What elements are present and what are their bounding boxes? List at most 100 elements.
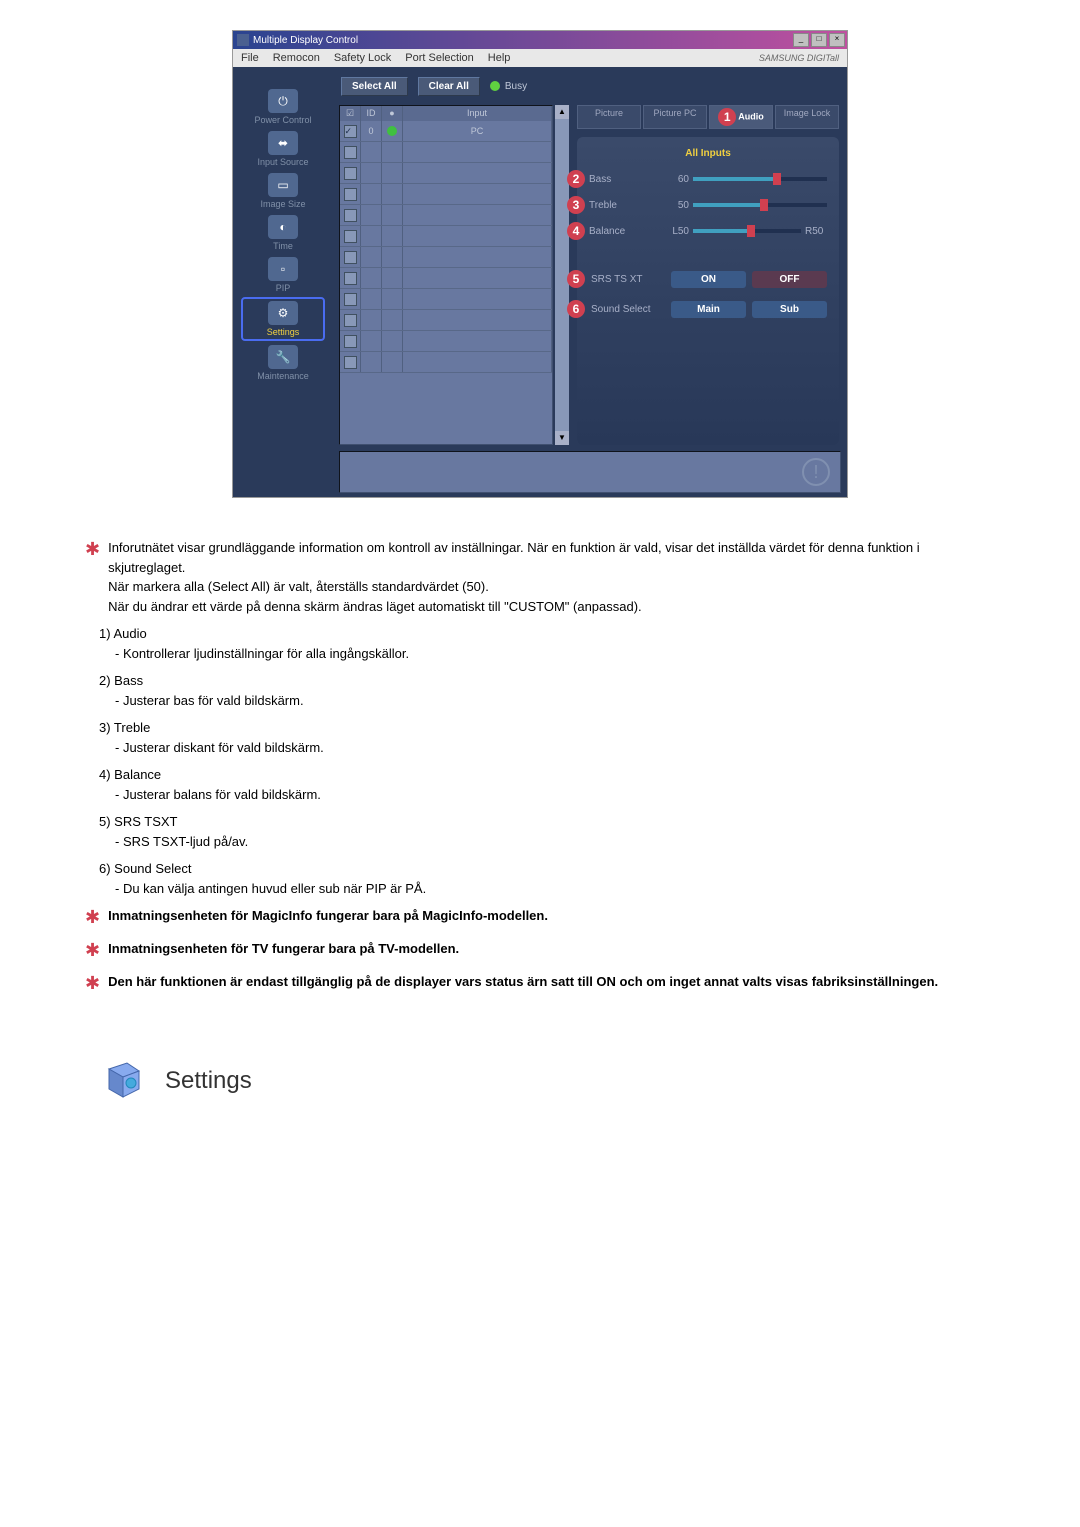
list-item: 3) Treble - Justerar diskant för vald bi…	[99, 718, 995, 757]
bass-value: 60	[667, 174, 689, 185]
treble-value: 50	[667, 200, 689, 211]
sidebar-item-power-control[interactable]: ⏻ Power Control	[243, 87, 323, 127]
srs-on-button[interactable]: ON	[671, 271, 746, 288]
col-input: Input	[403, 106, 552, 121]
star-icon: ✱	[85, 937, 100, 964]
tab-picture-pc[interactable]: Picture PC	[643, 105, 707, 129]
select-all-button[interactable]: Select All	[341, 77, 408, 96]
sidebar-item-pip[interactable]: ▫ PIP	[243, 255, 323, 295]
row-checkbox[interactable]	[344, 251, 357, 264]
settings-heading: Settings	[99, 1057, 995, 1105]
row-id: 0	[361, 121, 382, 141]
table-row[interactable]	[340, 184, 552, 205]
tab-picture[interactable]: Picture	[577, 105, 641, 129]
row-checkbox[interactable]	[344, 272, 357, 285]
col-status: ●	[382, 106, 403, 121]
srs-row: 5 SRS TS XT ON OFF	[589, 270, 827, 288]
app-title: Multiple Display Control	[253, 35, 358, 46]
row-checkbox[interactable]	[344, 146, 357, 159]
table-row[interactable]	[340, 268, 552, 289]
list-item: 1) Audio - Kontrollerar ljudinställninga…	[99, 624, 995, 663]
row-checkbox[interactable]	[344, 230, 357, 243]
marker-3: 3	[567, 196, 585, 214]
scroll-down-icon[interactable]: ▼	[555, 431, 569, 445]
table-row[interactable]	[340, 352, 552, 373]
note-text: Den här funktionen är endast tillgänglig…	[108, 972, 995, 992]
row-checkbox[interactable]	[344, 167, 357, 180]
all-inputs-label: All Inputs	[589, 145, 827, 162]
maximize-button[interactable]: □	[811, 33, 827, 47]
sidebar-item-maintenance[interactable]: 🔧 Maintenance	[243, 343, 323, 383]
star-icon: ✱	[85, 536, 100, 563]
table-row[interactable]	[340, 247, 552, 268]
settings-icon: ⚙	[268, 301, 298, 325]
pip-icon: ▫	[268, 257, 298, 281]
list-item: 2) Bass - Justerar bas för vald bildskär…	[99, 671, 995, 710]
col-id: ID	[361, 106, 382, 121]
sidebar-item-time[interactable]: ◐ Time	[243, 213, 323, 253]
note-text: Inmatningsenheten för TV fungerar bara p…	[108, 939, 995, 959]
scroll-up-icon[interactable]: ▲	[555, 105, 569, 119]
main-button[interactable]: Main	[671, 301, 746, 318]
menu-port-selection[interactable]: Port Selection	[405, 52, 473, 64]
bass-slider[interactable]	[693, 177, 827, 181]
table-row[interactable]	[340, 331, 552, 352]
table-row[interactable]	[340, 163, 552, 184]
table-row[interactable]	[340, 289, 552, 310]
marker-4: 4	[567, 222, 585, 240]
row-checkbox[interactable]	[344, 209, 357, 222]
row-checkbox[interactable]	[344, 293, 357, 306]
srs-off-button[interactable]: OFF	[752, 271, 827, 288]
item-desc: - Justerar bas för vald bildskärm.	[115, 691, 995, 711]
close-button[interactable]: ×	[829, 33, 845, 47]
row-checkbox[interactable]	[344, 335, 357, 348]
marker-5: 5	[567, 270, 585, 288]
minimize-button[interactable]: _	[793, 33, 809, 47]
settings-cube-icon	[99, 1057, 147, 1105]
sidebar: ⏻ Power Control ⬌ Input Source ▭ Image S…	[233, 67, 333, 497]
note-block: ✱ Inmatningsenheten för TV fungerar bara…	[85, 939, 995, 964]
item-title: 1) Audio	[99, 624, 995, 644]
time-icon: ◐	[268, 215, 298, 239]
row-checkbox[interactable]	[344, 356, 357, 369]
marker-2: 2	[567, 170, 585, 188]
balance-slider[interactable]	[693, 229, 801, 233]
balance-right: R50	[805, 226, 827, 237]
treble-label: Treble	[589, 200, 663, 211]
menubar: File Remocon Safety Lock Port Selection …	[233, 49, 847, 67]
tab-image-lock[interactable]: Image Lock	[775, 105, 839, 129]
menu-file[interactable]: File	[241, 52, 259, 64]
table-row[interactable]: 0 PC	[340, 121, 552, 142]
star-icon: ✱	[85, 904, 100, 931]
sidebar-item-settings[interactable]: ⚙ Settings	[241, 297, 325, 341]
sidebar-item-input-source[interactable]: ⬌ Input Source	[243, 129, 323, 169]
sidebar-item-image-size[interactable]: ▭ Image Size	[243, 171, 323, 211]
menu-safety-lock[interactable]: Safety Lock	[334, 52, 391, 64]
menu-remocon[interactable]: Remocon	[273, 52, 320, 64]
titlebar: Multiple Display Control _ □ ×	[233, 31, 847, 49]
item-desc: - Du kan välja antingen huvud eller sub …	[115, 879, 995, 899]
row-checkbox[interactable]	[344, 188, 357, 201]
note-block: ✱ Inmatningsenheten för MagicInfo funger…	[85, 906, 995, 931]
tab-audio[interactable]: 1Audio	[709, 105, 773, 129]
note-text: När du ändrar ett värde på denna skärm ä…	[108, 597, 995, 617]
table-row[interactable]	[340, 142, 552, 163]
menu-help[interactable]: Help	[488, 52, 511, 64]
row-checkbox[interactable]	[344, 314, 357, 327]
sub-button[interactable]: Sub	[752, 301, 827, 318]
status-bar: !	[339, 451, 841, 493]
table-row[interactable]	[340, 310, 552, 331]
item-title: 3) Treble	[99, 718, 995, 738]
row-checkbox[interactable]	[344, 125, 357, 138]
treble-slider[interactable]	[693, 203, 827, 207]
table-row[interactable]	[340, 205, 552, 226]
note-text: Inforutnätet visar grundläggande informa…	[108, 538, 995, 577]
item-desc: - Kontrollerar ljudinställningar för all…	[115, 644, 995, 664]
clear-all-button[interactable]: Clear All	[418, 77, 480, 96]
star-icon: ✱	[85, 970, 100, 997]
brand-label: SAMSUNG DIGITall	[759, 53, 839, 63]
toolbar: Select All Clear All Busy	[333, 67, 847, 105]
busy-indicator: Busy	[490, 81, 527, 92]
table-row[interactable]	[340, 226, 552, 247]
treble-row: 3 Treble 50	[589, 196, 827, 214]
